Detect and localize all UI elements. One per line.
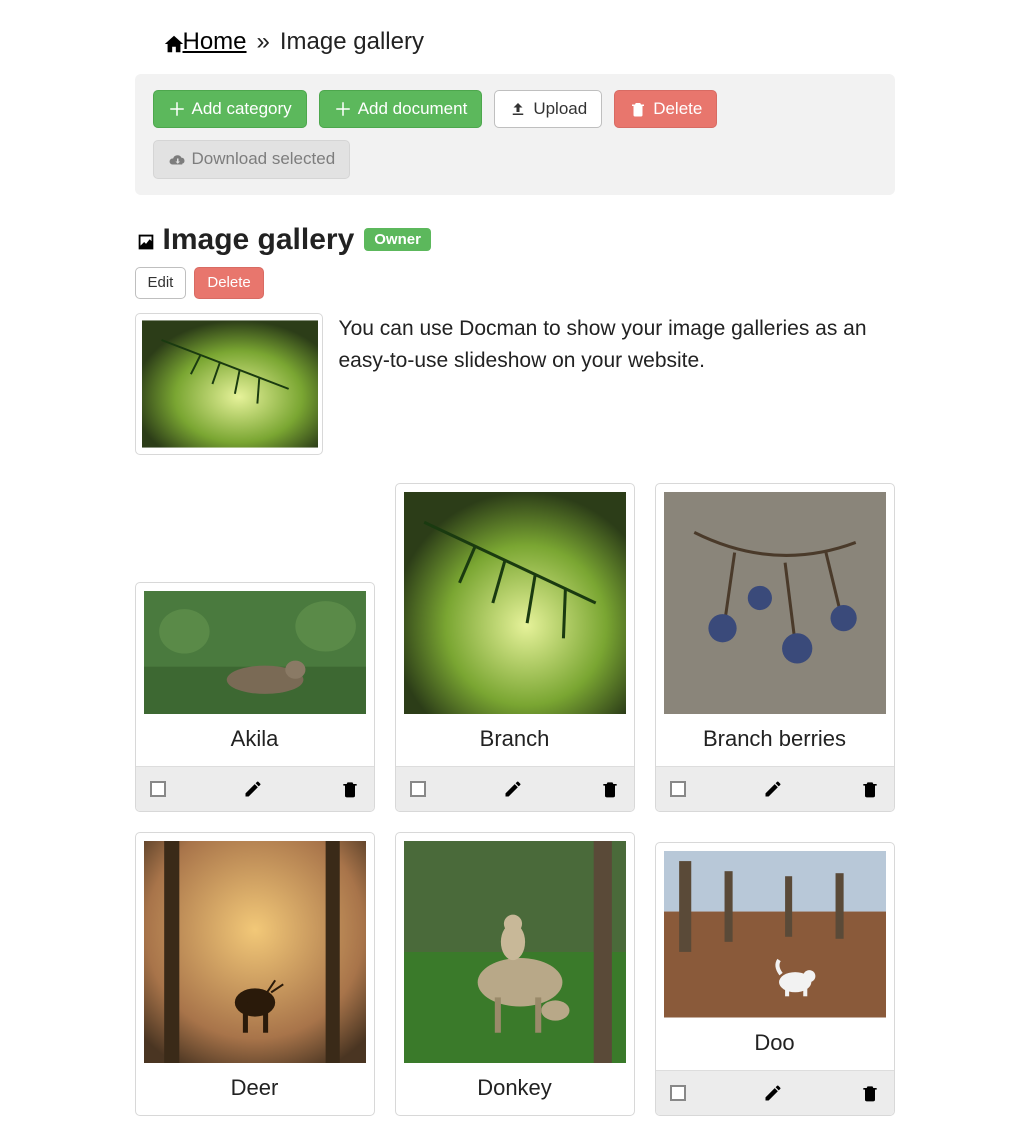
card-image-link[interactable] [656, 484, 894, 714]
card-title[interactable]: Doo [656, 1018, 894, 1070]
owner-badge: Owner [364, 228, 431, 251]
breadcrumb-current: Image gallery [280, 28, 424, 56]
toolbar: Add category Add document Upload Delete … [135, 74, 895, 195]
card-image-link[interactable] [136, 833, 374, 1063]
branch-berries-image [664, 492, 886, 714]
gallery-card: Branch [395, 483, 635, 812]
edit-icon[interactable] [503, 779, 523, 799]
branch-thumbnail-image [142, 320, 318, 448]
add-document-button[interactable]: Add document [319, 90, 483, 128]
trash-icon[interactable] [340, 779, 360, 799]
card-image-link[interactable] [396, 484, 634, 714]
home-icon [163, 33, 181, 51]
card-title[interactable]: Donkey [396, 1063, 634, 1115]
add-category-button[interactable]: Add category [153, 90, 307, 128]
plus-icon [334, 100, 352, 118]
breadcrumb-sep: » [257, 28, 270, 56]
card-title[interactable]: Akila [136, 714, 374, 766]
card-checkbox[interactable] [670, 781, 686, 797]
trash-icon[interactable] [860, 779, 880, 799]
gallery-card: Doo [655, 842, 895, 1116]
upload-icon [509, 100, 527, 118]
card-title[interactable]: Deer [136, 1063, 374, 1115]
edit-button[interactable]: Edit [135, 267, 187, 299]
card-title[interactable]: Branch berries [656, 714, 894, 766]
card-checkbox[interactable] [670, 1085, 686, 1101]
hero-thumbnail[interactable] [135, 313, 323, 455]
breadcrumb-home-link[interactable]: Home [163, 28, 247, 56]
plus-icon [168, 100, 186, 118]
breadcrumb: Home » Image gallery [163, 28, 895, 56]
edit-icon[interactable] [763, 1083, 783, 1103]
deer-image [144, 841, 366, 1063]
trash-icon[interactable] [860, 1083, 880, 1103]
akila-image [144, 591, 366, 714]
gallery-card: Deer [135, 832, 375, 1116]
card-checkbox[interactable] [150, 781, 166, 797]
page-description: You can use Docman to show your image ga… [339, 313, 895, 378]
donkey-image [404, 841, 626, 1063]
card-image-link[interactable] [136, 583, 374, 714]
card-image-link[interactable] [396, 833, 634, 1063]
add-document-label: Add document [358, 99, 468, 119]
branch-image [404, 492, 626, 714]
page-delete-button[interactable]: Delete [194, 267, 263, 299]
gallery-card: Akila [135, 582, 375, 812]
download-selected-label: Download selected [192, 149, 336, 169]
card-checkbox[interactable] [410, 781, 426, 797]
image-icon [135, 231, 153, 249]
gallery-grid: Akila Branch [135, 483, 895, 1116]
gallery-card: Donkey [395, 832, 635, 1116]
edit-icon[interactable] [243, 779, 263, 799]
card-title[interactable]: Branch [396, 714, 634, 766]
add-category-label: Add category [192, 99, 292, 119]
cloud-download-icon [168, 151, 186, 169]
delete-button[interactable]: Delete [614, 90, 717, 128]
card-image-link[interactable] [656, 843, 894, 1018]
upload-button[interactable]: Upload [494, 90, 602, 128]
trash-icon [629, 100, 647, 118]
breadcrumb-home-label: Home [183, 28, 247, 56]
page-title: Image gallery [163, 223, 355, 257]
edit-icon[interactable] [763, 779, 783, 799]
doo-image [664, 851, 886, 1018]
upload-label: Upload [533, 99, 587, 119]
delete-label: Delete [653, 99, 702, 119]
trash-icon[interactable] [600, 779, 620, 799]
gallery-card: Branch berries [655, 483, 895, 812]
download-selected-button[interactable]: Download selected [153, 140, 351, 178]
